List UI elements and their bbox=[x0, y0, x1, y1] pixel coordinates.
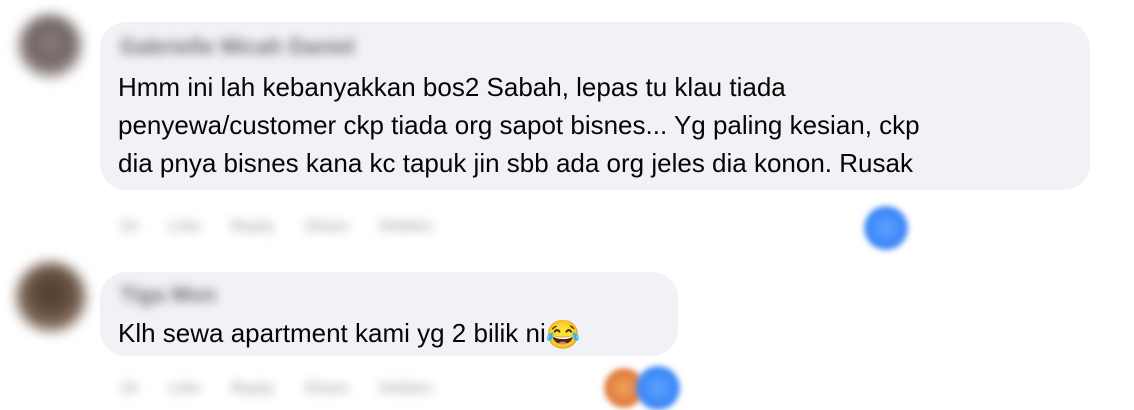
comment-text-line: Klh sewa apartment kami yg 2 bilik ni bbox=[118, 318, 546, 348]
comment-author[interactable]: Gabrielle Micah Daniel bbox=[120, 34, 355, 60]
like-button[interactable]: Like bbox=[169, 380, 201, 398]
comment-actions: 1h Like Reply Share Hidden bbox=[120, 218, 433, 236]
share-button[interactable]: Share bbox=[304, 380, 348, 398]
avatar[interactable] bbox=[16, 262, 86, 332]
like-button[interactable]: Like bbox=[169, 218, 201, 236]
avatar[interactable] bbox=[18, 14, 82, 78]
like-reaction-icon[interactable] bbox=[636, 366, 680, 410]
comment-text-line: dia pnya bisnes kana kc tapuk jin sbb ad… bbox=[118, 148, 913, 178]
hide-button[interactable]: Hidden bbox=[379, 218, 433, 236]
comment-text-line: Hmm ini lah kebanyakkan bos2 Sabah, lepa… bbox=[118, 72, 786, 102]
comment-text: Klh sewa apartment kami yg 2 bilik ni😂 bbox=[118, 314, 581, 354]
share-button[interactable]: Share bbox=[304, 218, 348, 236]
comment-text: Hmm ini lah kebanyakkan bos2 Sabah, lepa… bbox=[118, 68, 920, 182]
reply-button[interactable]: Reply bbox=[231, 218, 275, 236]
comment-author[interactable]: Tiga Mon bbox=[120, 282, 216, 308]
comment-actions: 1h Like Reply Share Hidden bbox=[120, 380, 433, 398]
laughing-emoji-icon: 😂 bbox=[545, 319, 581, 350]
comment-timestamp[interactable]: 1h bbox=[120, 380, 139, 398]
comment-text-line: penyewa/customer ckp tiada org sapot bis… bbox=[118, 110, 920, 140]
comment-timestamp[interactable]: 1h bbox=[120, 218, 139, 236]
like-reaction-icon[interactable] bbox=[864, 206, 908, 250]
hide-button[interactable]: Hidden bbox=[379, 380, 433, 398]
reply-button[interactable]: Reply bbox=[231, 380, 275, 398]
